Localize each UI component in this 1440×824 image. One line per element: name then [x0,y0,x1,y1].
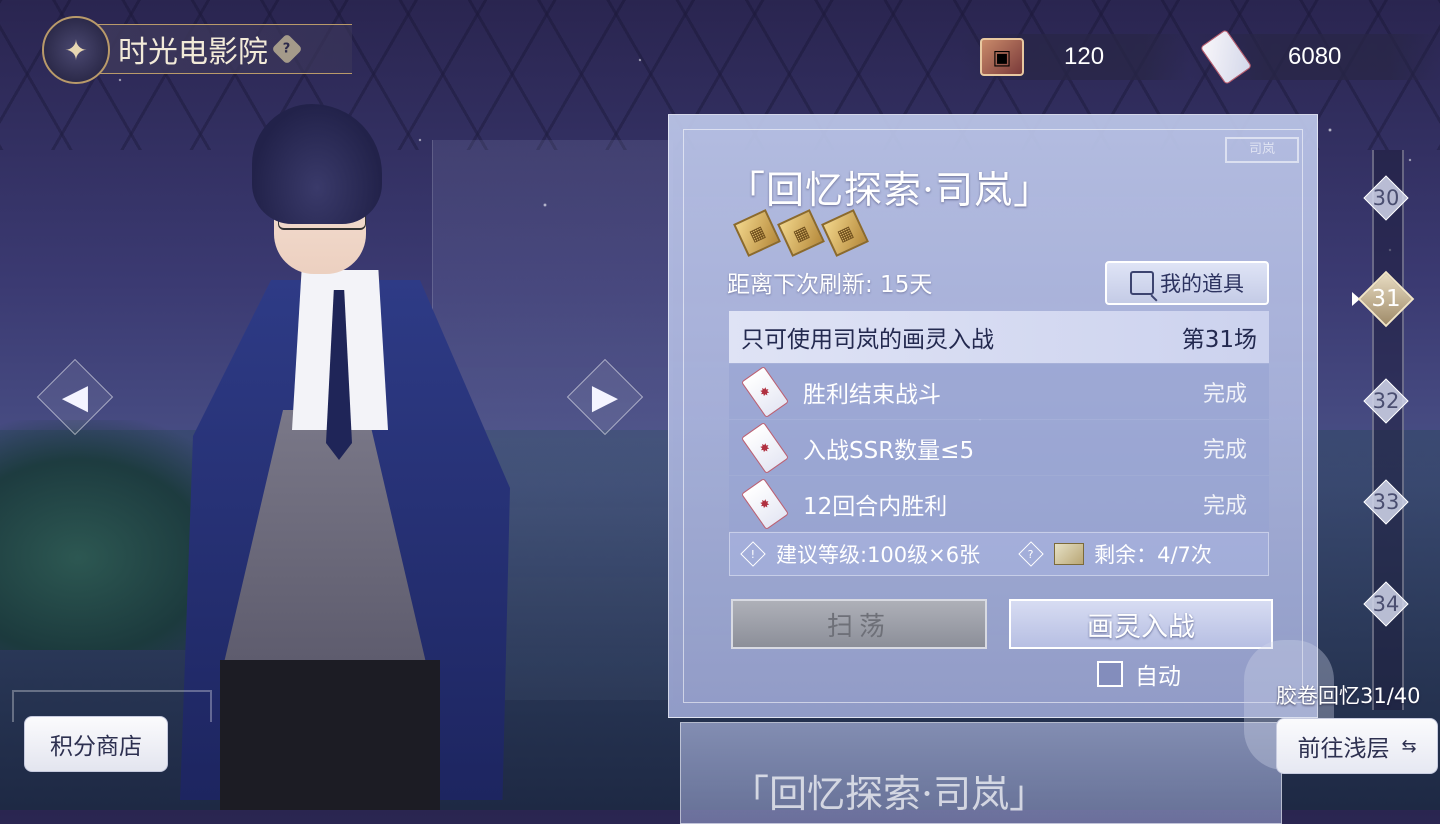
level-number: 34 [1372,592,1400,616]
film-card-icon: ▣ [980,38,1024,76]
help-icon[interactable]: ? [271,33,303,65]
character-portrait [180,100,520,810]
sweep-label: 扫荡 [826,611,891,642]
condition-row: ✸ 12回合内胜利 完成 [729,476,1269,531]
previous-character-button[interactable]: ◀ [36,358,114,436]
stage-info-footer: ! 建议等级:100级×6张 ? 剩余：4/7次 [729,532,1269,576]
next-character-button[interactable]: ▶ [566,358,644,436]
conditions-table: 只可使用司岚的画灵入战 第31场 ✸ 胜利结束战斗 完成 ✸ 入战SSR数量≤5… [729,311,1269,576]
round-number: 第31场 [1181,327,1257,353]
level-node[interactable]: 33 [1362,478,1410,526]
battle-button[interactable]: 画灵入战 [1009,599,1273,649]
arrow-right-icon: ▶ [591,377,619,417]
film-rating: ▦ ▦ ▦ [733,209,869,257]
goto-label: 前往浅层 [1297,736,1390,762]
next-stage-panel[interactable]: 「回忆探索·司岚」 [680,722,1282,824]
ticket-icon: ✸ [740,421,790,474]
stage-stamp: 司岚 [1225,137,1299,163]
currency-film-card-value: 120 [1064,43,1105,70]
sweep-button[interactable]: 扫荡 [731,599,987,649]
goto-shallow-button[interactable]: 前往浅层 ⇆ [1276,718,1438,774]
condition-status: 完成 [1202,381,1247,407]
currency-ticket[interactable]: 6080 [1190,28,1440,86]
condition-status: 完成 [1202,493,1247,519]
my-items-button[interactable]: 我的道具 [1105,261,1269,305]
points-shop-button[interactable]: 积分商店 [24,716,168,772]
level-number: 30 [1372,186,1400,210]
stage-panel: 司岚 「回忆探索·司岚」 ▦ ▦ ▦ 距离下次刷新: 15天 我的道具 只可使用… [668,114,1318,718]
condition-row: ✸ 胜利结束战斗 完成 [729,364,1269,419]
recommend-level: 建议等级:100级×6张 [776,543,981,567]
rule-restriction: 只可使用司岚的画灵入战 [741,327,994,353]
help-glyph: ? [283,41,291,57]
currency-film-card[interactable]: ▣ 120 [960,34,1190,80]
film-reel-icon: ▦ [733,209,781,257]
my-items-label: 我的道具 [1160,272,1244,296]
butterfly-icon: ✦ [42,16,110,84]
auto-checkbox[interactable] [1097,661,1123,687]
level-number: 32 [1372,389,1400,413]
film-reel-icon: ▦ [777,209,825,257]
rule-header: 只可使用司岚的画灵入战 第31场 [729,311,1269,363]
swap-arrows-icon: ⇆ [1401,735,1417,757]
ticket-icon [1199,28,1253,86]
ticket-icon: ✸ [740,477,790,530]
condition-text: 胜利结束战斗 [803,381,941,408]
page-title: 时光电影院 [118,35,268,70]
stage-title: 「回忆探索·司岚」 [727,168,1053,212]
condition-text: 12回合内胜利 [803,493,948,520]
auto-toggle[interactable]: 自动 [1097,657,1181,691]
currency-ticket-value: 6080 [1288,43,1342,70]
remaining-attempts: 剩余：4/7次 [1094,543,1212,567]
ticket-icon: ✸ [740,365,790,418]
level-node[interactable]: 30 [1362,174,1410,222]
character-hair [252,104,382,224]
auto-label: 自动 [1135,664,1181,690]
level-node-active[interactable]: 31 [1357,270,1415,328]
film-reel-icon: ▦ [821,209,869,257]
battle-label: 画灵入战 [1087,611,1195,643]
level-node[interactable]: 32 [1362,377,1410,425]
ticket-stack-icon [1054,543,1085,565]
condition-status: 完成 [1202,437,1247,463]
shop-label: 积分商店 [50,734,142,760]
film-progress: 胶卷回忆31/40 [1276,684,1421,708]
condition-row: ✸ 入战SSR数量≤5 完成 [729,420,1269,475]
title-badge: 时光电影院 ? ✦ [26,10,352,84]
level-node[interactable]: 34 [1362,580,1410,628]
title-plate: 时光电影院 ? [90,24,352,74]
level-number: 33 [1372,490,1400,514]
search-icon [1130,271,1154,295]
refresh-countdown: 距离下次刷新: 15天 [727,272,933,298]
character-pants [220,660,440,810]
condition-text: 入战SSR数量≤5 [803,437,975,464]
help-icon[interactable]: ? [1018,541,1044,567]
level-number: 31 [1371,286,1401,312]
arrow-left-icon: ◀ [61,377,89,417]
info-icon: ! [740,541,766,567]
